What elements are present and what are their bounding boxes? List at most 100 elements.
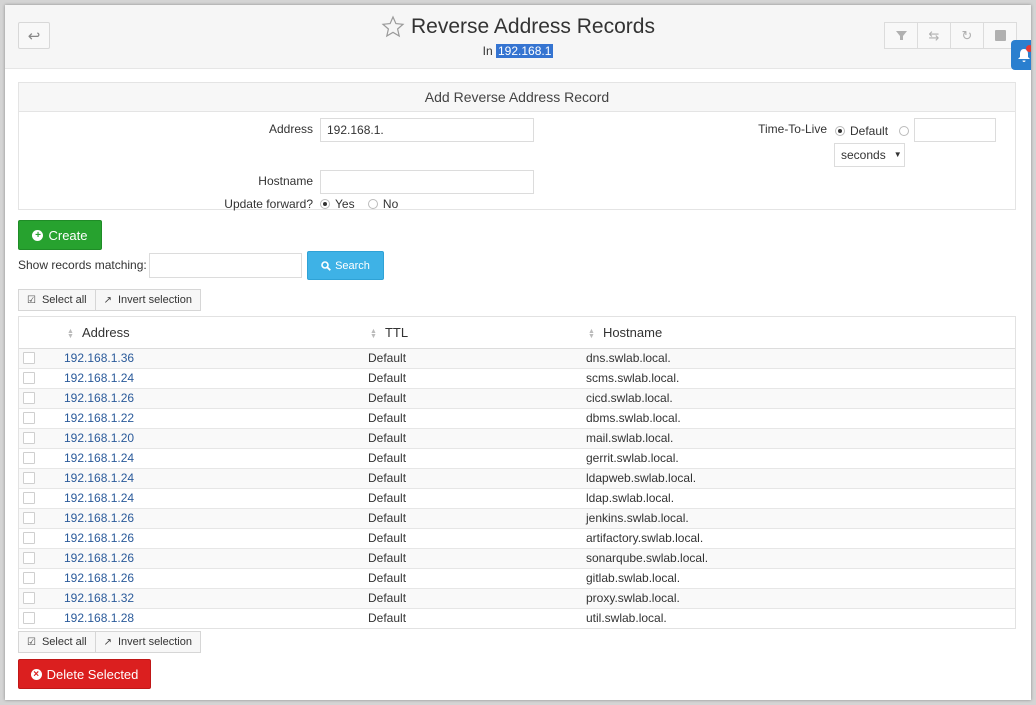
- refresh-button[interactable]: ↻: [950, 22, 984, 49]
- row-checkbox[interactable]: [23, 392, 35, 404]
- row-checkbox[interactable]: [23, 492, 35, 504]
- invert-selection-label: Invert selection: [118, 636, 192, 648]
- address-link[interactable]: 192.168.1.24: [64, 469, 134, 488]
- row-checkbox[interactable]: [23, 452, 35, 464]
- address-link[interactable]: 192.168.1.26: [64, 529, 134, 548]
- row-checkbox[interactable]: [23, 352, 35, 364]
- table-row: 192.168.1.26 Default gitlab.swlab.local.: [19, 569, 1015, 589]
- table-row: 192.168.1.36 Default dns.swlab.local.: [19, 349, 1015, 369]
- page-subtitle: In 192.168.1: [5, 44, 1031, 58]
- hostname-cell: cicd.swlab.local.: [586, 391, 673, 405]
- ttl-cell: Default: [368, 571, 407, 585]
- ttl-cell: Default: [368, 411, 407, 425]
- address-link[interactable]: 192.168.1.24: [64, 449, 134, 468]
- row-checkbox[interactable]: [23, 412, 35, 424]
- row-checkbox[interactable]: [23, 612, 35, 624]
- invert-selection-button[interactable]: ↗ Invert selection: [94, 289, 201, 311]
- sort-icon: ▲ ▼: [67, 327, 74, 340]
- search-input[interactable]: [149, 253, 302, 278]
- main-window: ↩ Reverse Address Records In 192.168.1 ⇆…: [5, 5, 1031, 700]
- hostname-cell: dns.swlab.local.: [586, 351, 671, 365]
- update-forward-label: Update forward?: [224, 197, 313, 211]
- ttl-unit-select[interactable]: seconds ▼: [834, 143, 905, 167]
- hostname-cell: gerrit.swlab.local.: [586, 451, 679, 465]
- row-checkbox[interactable]: [23, 592, 35, 604]
- address-link[interactable]: 192.168.1.24: [64, 489, 134, 508]
- address-link[interactable]: 192.168.1.32: [64, 589, 134, 608]
- table-row: 192.168.1.24 Default gerrit.swlab.local.: [19, 449, 1015, 469]
- address-link[interactable]: 192.168.1.26: [64, 509, 134, 528]
- address-link[interactable]: 192.168.1.26: [64, 569, 134, 588]
- address-link[interactable]: 192.168.1.22: [64, 409, 134, 428]
- address-link[interactable]: 192.168.1.26: [64, 549, 134, 568]
- ttl-label: Time-To-Live: [758, 122, 827, 136]
- create-button[interactable]: + Create: [18, 220, 102, 250]
- transfer-icon: ⇆: [928, 27, 940, 43]
- ttl-default-radio[interactable]: [835, 125, 845, 136]
- delete-selected-label: Delete Selected: [46, 666, 139, 682]
- address-link[interactable]: 192.168.1.24: [64, 369, 134, 388]
- address-input[interactable]: 192.168.1.: [320, 118, 534, 142]
- update-forward-no-radio[interactable]: [367, 198, 378, 209]
- row-checkbox[interactable]: [23, 512, 35, 524]
- ttl-cell: Default: [368, 591, 407, 605]
- ttl-cell: Default: [368, 371, 407, 385]
- check-square-icon: ☑: [27, 636, 36, 648]
- title-row: Reverse Address Records: [5, 15, 1031, 42]
- delete-selected-button[interactable]: × Delete Selected: [18, 659, 151, 689]
- row-checkbox[interactable]: [23, 572, 35, 584]
- update-forward-yes-label: Yes: [335, 196, 355, 211]
- table-row: 192.168.1.24 Default scms.swlab.local.: [19, 369, 1015, 389]
- row-checkbox[interactable]: [23, 472, 35, 484]
- column-header-address[interactable]: ▲ ▼ Address: [67, 317, 130, 348]
- filter-button[interactable]: [884, 22, 918, 49]
- share-square-icon: ↗: [103, 294, 112, 306]
- hostname-cell: ldap.swlab.local.: [586, 491, 675, 505]
- table-row: 192.168.1.26 Default jenkins.swlab.local.: [19, 509, 1015, 529]
- search-button[interactable]: Search: [307, 251, 384, 280]
- address-link[interactable]: 192.168.1.26: [64, 389, 134, 408]
- invert-selection-button[interactable]: ↗ Invert selection: [94, 631, 201, 653]
- ttl-options: Default: [835, 123, 910, 138]
- column-ttl-label: TTL: [384, 325, 409, 340]
- column-header-ttl[interactable]: ▲ ▼ TTL: [370, 317, 408, 348]
- address-link[interactable]: 192.168.1.28: [64, 609, 134, 628]
- ttl-default-label: Default: [850, 123, 889, 138]
- page-title: Reverse Address Records: [411, 15, 655, 38]
- ttl-custom-radio[interactable]: [899, 125, 910, 136]
- hostname-cell: gitlab.swlab.local.: [586, 571, 681, 585]
- address-link[interactable]: 192.168.1.36: [64, 349, 134, 368]
- sort-icon: ▲ ▼: [588, 327, 595, 340]
- column-header-hostname[interactable]: ▲ ▼ Hostname: [588, 317, 662, 348]
- stop-icon: [994, 30, 1006, 41]
- ttl-input[interactable]: [914, 118, 996, 142]
- row-checkbox[interactable]: [23, 372, 35, 384]
- select-all-button[interactable]: ☑ Select all: [18, 631, 96, 653]
- address-link[interactable]: 192.168.1.20: [64, 429, 134, 448]
- selection-bar-bottom: ☑ Select all ↗ Invert selection: [18, 631, 201, 653]
- ttl-cell: Default: [368, 431, 407, 445]
- notification-dot: [1026, 45, 1031, 52]
- table-row: 192.168.1.24 Default ldapweb.swlab.local.: [19, 469, 1015, 489]
- star-icon[interactable]: [381, 15, 405, 39]
- check-square-icon: ☑: [27, 294, 36, 306]
- select-all-label: Select all: [41, 294, 87, 306]
- notifications-button[interactable]: [1011, 40, 1031, 70]
- search-icon: [321, 260, 331, 271]
- hostname-input[interactable]: [320, 170, 534, 194]
- update-forward-yes-radio[interactable]: [320, 198, 330, 209]
- transfer-button[interactable]: ⇆: [917, 22, 951, 49]
- search-label: Search: [335, 259, 370, 272]
- filter-icon: [895, 31, 907, 40]
- row-checkbox[interactable]: [23, 532, 35, 544]
- refresh-icon: ↻: [961, 27, 973, 43]
- table-body: 192.168.1.36 Default dns.swlab.local. 192.…: [19, 349, 1015, 628]
- row-checkbox[interactable]: [23, 432, 35, 444]
- row-checkbox[interactable]: [23, 552, 35, 564]
- hostname-cell: mail.swlab.local.: [586, 431, 674, 445]
- subtitle-zone: 192.168.1: [495, 44, 554, 58]
- table-row: 192.168.1.26 Default cicd.swlab.local.: [19, 389, 1015, 409]
- hostname-cell: ldapweb.swlab.local.: [586, 471, 697, 485]
- ttl-cell: Default: [368, 531, 407, 545]
- select-all-button[interactable]: ☑ Select all: [18, 289, 96, 311]
